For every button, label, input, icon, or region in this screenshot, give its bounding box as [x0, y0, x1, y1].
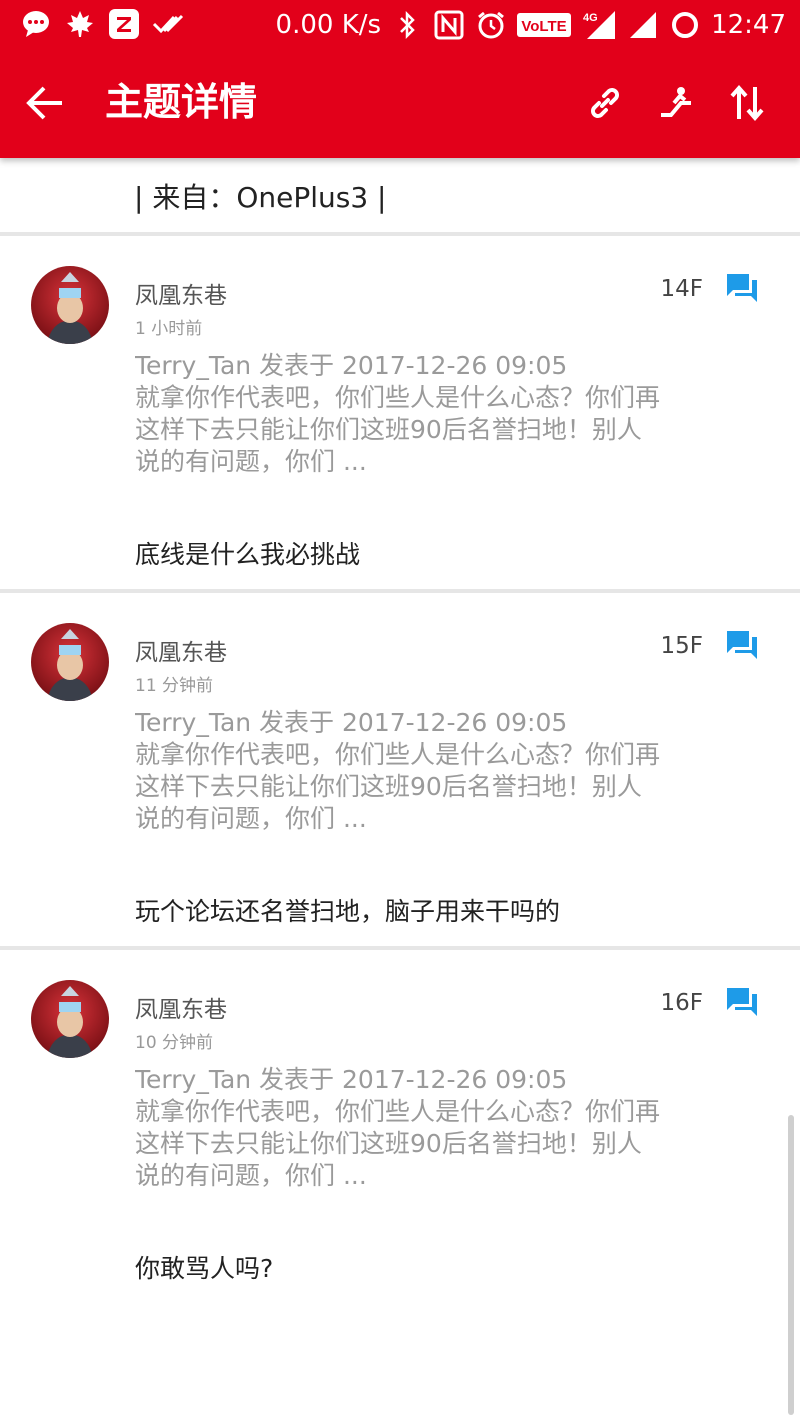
quote-line: 这样下去只能让你们这班90后名誉扫地！别人 [135, 1129, 642, 1158]
scrollbar[interactable] [788, 1115, 794, 1415]
copy-link-button[interactable] [582, 80, 628, 126]
network-speed: 0.00 K/s [275, 10, 382, 40]
post-item[interactable]: 凤凰东巷 10 分钟前 16F Terry_Tan 发表于 2017-12-26… [0, 950, 800, 1422]
jump-floor-button[interactable] [654, 80, 700, 126]
quote-line: Terry_Tan 发表于 2017-12-26 09:05 [135, 351, 568, 380]
nfc-icon [433, 9, 465, 41]
post-time: 1 小时前 [135, 319, 203, 339]
quote-line: 这样下去只能让你们这班90后名誉扫地！别人 [135, 772, 642, 801]
reply-button[interactable] [722, 627, 762, 663]
author-name[interactable]: 凤凰东巷 [135, 276, 227, 310]
floor-number: 16F [660, 990, 704, 1016]
volte-icon: VoLTE [517, 9, 572, 41]
quote-line: 说的有问题，你们 ... [135, 804, 367, 833]
reply-icon [727, 988, 757, 1016]
quote-block: Terry_Tan 发表于 2017-12-26 09:05 就拿你作代表吧，你… [135, 1064, 735, 1192]
status-left-icons [20, 8, 184, 40]
status-right-icons: 0.00 K/s VoLTE 4G 12:47 [276, 8, 786, 42]
double-check-icon [152, 8, 184, 40]
reply-icon [727, 274, 757, 302]
post-time: 11 分钟前 [135, 676, 214, 696]
status-bar: 0.00 K/s VoLTE 4G 12:47 [0, 0, 800, 50]
battery-icon [669, 9, 701, 41]
back-button[interactable] [22, 80, 68, 126]
avatar[interactable] [31, 980, 109, 1058]
quote-block: Terry_Tan 发表于 2017-12-26 09:05 就拿你作代表吧，你… [135, 350, 735, 478]
quote-line: Terry_Tan 发表于 2017-12-26 09:05 [135, 1065, 568, 1094]
link-icon [591, 88, 619, 118]
reply-button[interactable] [722, 270, 762, 306]
bluetooth-icon [391, 9, 423, 41]
quote-line: 就拿你作代表吧，你们些人是什么心态？你们再 [135, 383, 661, 412]
reply-text: 底线是什么我必挑战 [135, 540, 361, 569]
network-type: 4G [583, 12, 598, 24]
top-bar: 0.00 K/s VoLTE 4G 12:47 主题详情 [0, 0, 800, 158]
quote-line: 就拿你作代表吧，你们些人是什么心态？你们再 [135, 1097, 661, 1126]
post-item[interactable]: 凤凰东巷 11 分钟前 15F Terry_Tan 发表于 2017-12-26… [0, 593, 800, 946]
volte-label: VoLTE [521, 18, 566, 35]
clock: 12:47 [711, 10, 786, 40]
source-text: | 来自：OnePlus3 | [134, 181, 387, 214]
avatar[interactable] [31, 266, 109, 344]
alarm-icon [475, 9, 507, 41]
app-bar: 主题详情 [0, 50, 800, 158]
author-name[interactable]: 凤凰东巷 [135, 633, 227, 667]
signal-icon-2 [627, 9, 659, 41]
reply-icon [727, 631, 757, 659]
avatar[interactable] [31, 623, 109, 701]
source-row: | 来自：OnePlus3 | [0, 158, 800, 234]
author-name[interactable]: 凤凰东巷 [135, 990, 227, 1024]
quote-line: 就拿你作代表吧，你们些人是什么心态？你们再 [135, 740, 661, 769]
sort-icon [730, 84, 764, 122]
z-app-icon [108, 8, 140, 40]
floor-number: 14F [660, 276, 704, 302]
thread-content: | 来自：OnePlus3 | 凤凰东巷 1 小时前 14F Terry_Tan… [0, 158, 800, 1422]
quote-line: 说的有问题，你们 ... [135, 1161, 367, 1190]
post-item[interactable]: 凤凰东巷 1 小时前 14F Terry_Tan 发表于 2017-12-26 … [0, 236, 800, 589]
floor-number: 15F [660, 633, 704, 659]
chat-icon [20, 8, 52, 40]
quote-line: 说的有问题，你们 ... [135, 447, 367, 476]
page-title: 主题详情 [105, 80, 258, 124]
maple-leaf-icon [64, 8, 96, 40]
reply-text: 你敢骂人吗? [135, 1254, 274, 1283]
quote-line: 这样下去只能让你们这班90后名誉扫地！别人 [135, 415, 642, 444]
jump-icon [661, 87, 691, 117]
signal-icon: 4G [581, 9, 617, 41]
reply-button[interactable] [722, 984, 762, 1020]
post-time: 10 分钟前 [135, 1033, 214, 1053]
reply-text: 玩个论坛还名誉扫地，脑子用来干吗的 [135, 897, 561, 926]
sort-button[interactable] [724, 80, 770, 126]
quote-block: Terry_Tan 发表于 2017-12-26 09:05 就拿你作代表吧，你… [135, 707, 735, 835]
quote-line: Terry_Tan 发表于 2017-12-26 09:05 [135, 708, 568, 737]
back-arrow-icon [26, 86, 62, 120]
